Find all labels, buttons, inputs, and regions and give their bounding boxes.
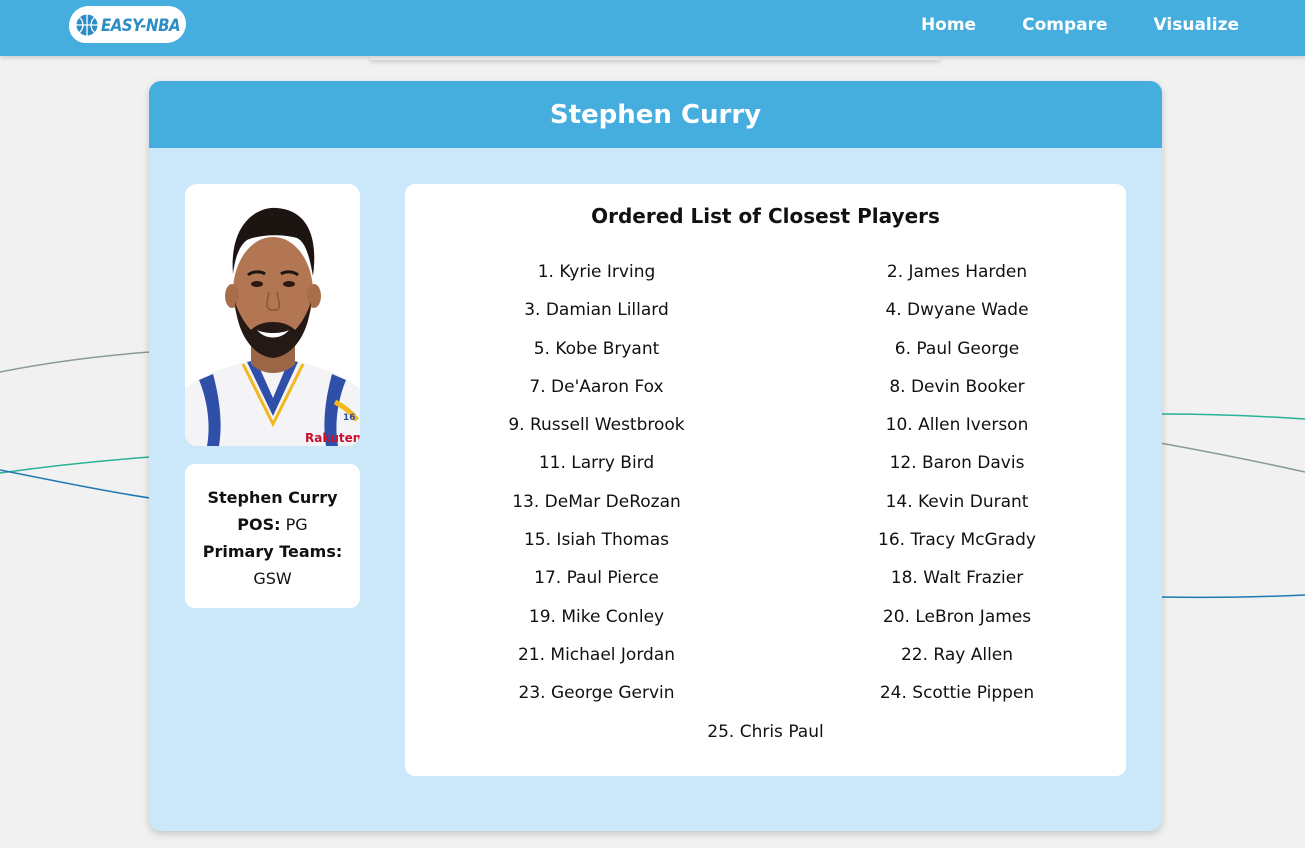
closest-player-item: 21. Michael Jordan (517, 644, 676, 665)
navbar-dropdown-shadow (370, 56, 940, 60)
closest-player-item: 5. Kobe Bryant (533, 338, 660, 359)
closest-players-panel: Ordered List of Closest Players 1. Kyrie… (405, 184, 1126, 776)
closest-player-item: 18. Walt Frazier (890, 568, 1024, 589)
closest-player-item: 24. Scottie Pippen (879, 683, 1035, 704)
closest-player-item: 4. Dwyane Wade (885, 300, 1029, 321)
closest-players-list: 1. Kyrie Irving 2. James Harden 3. Damia… (405, 262, 1126, 760)
closest-players-title: Ordered List of Closest Players (591, 204, 940, 228)
player-card: Stephen Curry 16 Rakuten Stephen Curry P… (149, 81, 1162, 831)
closest-player-item: 1. Kyrie Irving (537, 262, 656, 282)
closest-player-item: 14. Kevin Durant (885, 491, 1029, 512)
closest-player-item: 16. Tracy McGrady (878, 530, 1036, 551)
closest-player-item: 6. Paul George (894, 338, 1020, 359)
closest-player-item: 8. Devin Booker (889, 376, 1025, 397)
player-headshot-image: 16 Rakuten (185, 184, 360, 446)
player-position-row: POS: PG (185, 511, 360, 538)
player-info-box: Stephen Curry POS: PG Primary Teams: GSW (185, 464, 360, 608)
closest-player-item: 23. George Gervin (518, 683, 675, 704)
closest-player-item: 2. James Harden (886, 262, 1028, 282)
nav-visualize-link[interactable]: Visualize (1154, 15, 1239, 35)
basketball-icon (76, 14, 98, 35)
primary-teams-value: GSW (253, 569, 292, 588)
top-navbar: EASY-NBA Home Compare Visualize (0, 0, 1305, 56)
closest-player-item: 25. Chris Paul (707, 721, 824, 742)
player-name-title: Stephen Curry (549, 99, 762, 130)
closest-player-item: 22. Ray Allen (900, 644, 1014, 665)
nav-links: Home Compare Visualize (875, 0, 1239, 50)
closest-player-item: 11. Larry Bird (538, 453, 655, 474)
position-value: PG (285, 515, 308, 534)
closest-player-item: 17. Paul Pierce (534, 568, 659, 589)
nav-compare-link[interactable]: Compare (1022, 15, 1107, 35)
closest-player-item: 20. LeBron James (882, 606, 1032, 627)
closest-player-item: 7. De'Aaron Fox (529, 376, 664, 397)
player-card-header: Stephen Curry (149, 81, 1162, 148)
player-photo: 16 Rakuten (185, 184, 360, 446)
closest-player-item: 3. Damian Lillard (524, 300, 669, 321)
svg-text:Rakuten: Rakuten (305, 431, 360, 445)
nav-home-link[interactable]: Home (921, 15, 976, 35)
closest-player-item: 15. Isiah Thomas (523, 530, 670, 551)
primary-teams-label: Primary Teams: (202, 542, 343, 561)
player-info-name: Stephen Curry (207, 488, 338, 507)
closest-player-item: 10. Allen Iverson (885, 415, 1029, 436)
closest-player-item: 13. DeMar DeRozan (512, 491, 681, 512)
logo-text: EASY-NBA (101, 14, 181, 35)
closest-player-item: 12. Baron Davis (889, 453, 1025, 474)
site-logo[interactable]: EASY-NBA (69, 6, 186, 43)
closest-player-item: 19. Mike Conley (528, 606, 665, 627)
closest-player-item: 9. Russell Westbrook (508, 415, 685, 436)
position-label: POS: (237, 515, 281, 534)
svg-text:16: 16 (343, 413, 356, 423)
